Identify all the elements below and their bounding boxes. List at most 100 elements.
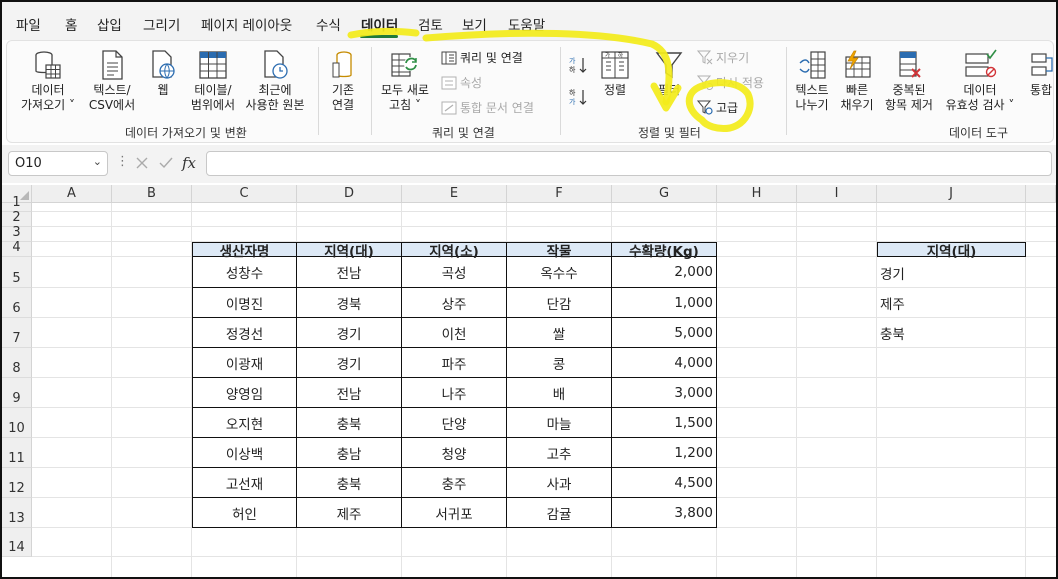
row-header-8[interactable]: 8 — [2, 348, 32, 378]
enter-check-icon[interactable] — [158, 155, 174, 171]
advanced-filter-button[interactable]: 고급 — [697, 99, 738, 116]
row-header-14[interactable]: 14 — [2, 528, 32, 557]
table-data-cell[interactable]: 4,000 — [612, 348, 717, 378]
name-box[interactable]: O10 ⌄ — [8, 151, 108, 176]
cancel-icon[interactable] — [134, 155, 150, 171]
table-data-cell[interactable]: 이명진 — [192, 288, 297, 318]
existing-connections-button[interactable]: 기존 연결 — [325, 49, 361, 113]
table-data-cell[interactable]: 정경선 — [192, 318, 297, 348]
edit-links-button[interactable]: 통합 문서 연결 — [441, 99, 534, 116]
queries-connections-button[interactable]: 쿼리 및 연결 — [441, 49, 523, 66]
row-header-7[interactable]: 7 — [2, 318, 32, 348]
table-data-cell[interactable]: 단감 — [507, 288, 612, 318]
tab-insert[interactable]: 삽입 — [97, 14, 122, 34]
table-data-cell[interactable]: 전남 — [297, 257, 402, 288]
table-data-cell[interactable]: 경기 — [297, 348, 402, 378]
table-data-cell[interactable]: 3,800 — [612, 498, 717, 528]
formula-input[interactable] — [206, 151, 1052, 176]
column-header-i[interactable]: I — [797, 185, 877, 203]
table-data-cell[interactable]: 양영임 — [192, 378, 297, 408]
table-data-cell[interactable]: 서귀포 — [402, 498, 507, 528]
table-data-cell[interactable]: 이천 — [402, 318, 507, 348]
row-header-13[interactable]: 13 — [2, 498, 32, 528]
table-data-cell[interactable]: 콩 — [507, 348, 612, 378]
sort-ascending-button[interactable]: 가 하 — [567, 55, 589, 79]
get-data-button[interactable]: 데이터 가져오기 ˅ — [17, 49, 79, 113]
row-header-11[interactable]: 11 — [2, 438, 32, 468]
table-data-cell[interactable]: 제주 — [297, 498, 402, 528]
table-data-cell[interactable]: 상주 — [402, 288, 507, 318]
tab-review[interactable]: 검토 — [418, 14, 443, 34]
table-data-cell[interactable]: 1,000 — [612, 288, 717, 318]
column-header-d[interactable]: D — [297, 185, 402, 203]
table-data-cell[interactable]: 충주 — [402, 468, 507, 498]
table-data-cell[interactable]: 배 — [507, 378, 612, 408]
table-data-cell[interactable]: 경북 — [297, 288, 402, 318]
criteria-value-cell[interactable]: 충북 — [877, 318, 1026, 348]
from-text-csv-button[interactable]: 텍스트/ CSV에서 — [84, 49, 140, 113]
table-data-cell[interactable]: 경기 — [297, 318, 402, 348]
table-data-cell[interactable]: 4,500 — [612, 468, 717, 498]
table-data-cell[interactable]: 3,000 — [612, 378, 717, 408]
table-header-cell[interactable]: 작물 — [507, 242, 612, 260]
table-data-cell[interactable]: 1,200 — [612, 438, 717, 468]
table-header-cell[interactable]: 생산자명 — [192, 242, 297, 260]
row-header-10[interactable]: 10 — [2, 408, 32, 438]
column-header-b[interactable]: B — [112, 185, 192, 203]
table-data-cell[interactable]: 고추 — [507, 438, 612, 468]
table-data-cell[interactable]: 단양 — [402, 408, 507, 438]
from-web-button[interactable]: 웹 — [146, 49, 180, 98]
tab-data[interactable]: 데이터 — [361, 14, 398, 34]
remove-duplicates-button[interactable]: 중복된 항목 제거 — [879, 49, 939, 113]
table-data-cell[interactable]: 허인 — [192, 498, 297, 528]
tab-draw[interactable]: 그리기 — [143, 14, 180, 34]
table-data-cell[interactable]: 마늘 — [507, 408, 612, 438]
text-to-columns-button[interactable]: 텍스트 나누기 — [792, 49, 832, 113]
row-header-9[interactable]: 9 — [2, 378, 32, 408]
column-header-e[interactable]: E — [402, 185, 507, 203]
table-data-cell[interactable]: 쌀 — [507, 318, 612, 348]
row-header-5[interactable]: 5 — [2, 257, 32, 288]
table-data-cell[interactable]: 감귤 — [507, 498, 612, 528]
column-header-h[interactable]: H — [717, 185, 797, 203]
column-header-c[interactable]: C — [192, 185, 297, 203]
table-data-cell[interactable]: 5,000 — [612, 318, 717, 348]
row-header-6[interactable]: 6 — [2, 288, 32, 318]
table-data-cell[interactable]: 성창수 — [192, 257, 297, 288]
table-data-cell[interactable]: 곡성 — [402, 257, 507, 288]
sort-button[interactable]: 가 하 정렬 — [597, 49, 633, 98]
table-data-cell[interactable]: 나주 — [402, 378, 507, 408]
tab-file[interactable]: 파일 — [16, 14, 41, 34]
criteria-value-cell[interactable]: 제주 — [877, 288, 1026, 318]
criteria-header-cell[interactable]: 지역(대) — [877, 242, 1026, 260]
criteria-value-cell[interactable]: 경기 — [877, 257, 1026, 288]
consolidate-button[interactable]: 통합 — [1021, 49, 1056, 98]
column-header-next[interactable] — [1026, 185, 1056, 203]
table-data-cell[interactable]: 청양 — [402, 438, 507, 468]
tab-help[interactable]: 도움말 — [508, 14, 545, 34]
data-validation-button[interactable]: 데이터 유효성 검사 ˅ — [941, 49, 1019, 113]
recent-sources-button[interactable]: 최근에 사용한 원본 — [240, 49, 310, 113]
tab-page-layout[interactable]: 페이지 레이아웃 — [201, 14, 292, 34]
table-data-cell[interactable]: 파주 — [402, 348, 507, 378]
table-data-cell[interactable]: 1,500 — [612, 408, 717, 438]
column-header-j[interactable]: J — [877, 185, 1026, 203]
table-header-cell[interactable]: 수확량(Kg) — [612, 242, 717, 260]
table-data-cell[interactable]: 충북 — [297, 468, 402, 498]
flash-fill-button[interactable]: 빠른 채우기 — [837, 49, 877, 113]
table-data-cell[interactable]: 충북 — [297, 408, 402, 438]
filter-button[interactable]: 필터 — [651, 49, 687, 98]
tab-view[interactable]: 보기 — [462, 14, 487, 34]
table-header-cell[interactable]: 지역(대) — [297, 242, 402, 260]
table-header-cell[interactable]: 지역(소) — [402, 242, 507, 260]
table-data-cell[interactable]: 충남 — [297, 438, 402, 468]
sort-descending-button[interactable]: 하 가 — [567, 87, 589, 111]
column-header-a[interactable]: A — [32, 185, 112, 203]
table-data-cell[interactable]: 이상백 — [192, 438, 297, 468]
row-header-12[interactable]: 12 — [2, 468, 32, 498]
table-data-cell[interactable]: 전남 — [297, 378, 402, 408]
table-data-cell[interactable]: 고선재 — [192, 468, 297, 498]
tab-formulas[interactable]: 수식 — [316, 14, 341, 34]
table-data-cell[interactable]: 사과 — [507, 468, 612, 498]
row-header-4[interactable]: 4 — [2, 240, 32, 257]
